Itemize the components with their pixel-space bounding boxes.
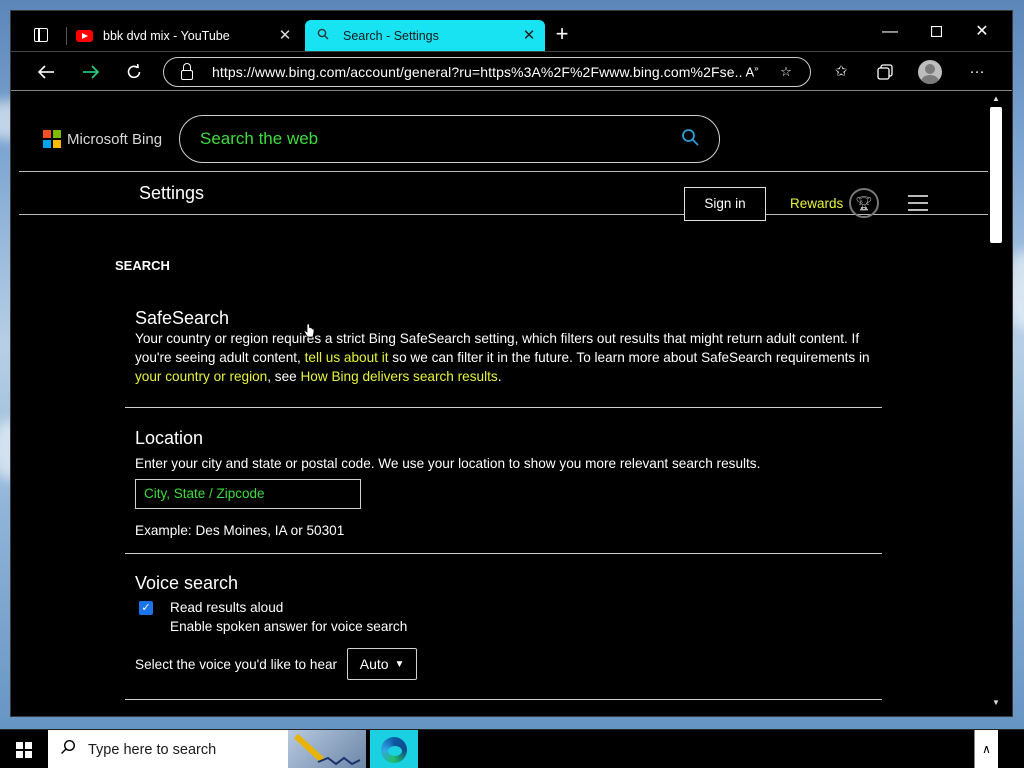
search-icon [317, 28, 331, 43]
search-icon[interactable] [681, 128, 703, 151]
scroll-down-icon[interactable]: ▼ [991, 698, 1001, 708]
microsoft-logo-icon [43, 130, 61, 148]
page-viewport: Microsoft Bing Search the web Settings S… [19, 92, 988, 710]
location-description: Enter your city and state or postal code… [135, 456, 761, 471]
page-title: Settings [139, 183, 205, 203]
tab-settings[interactable]: Search - Settings ✕ [305, 20, 545, 51]
tab-title: Search - Settings [343, 28, 439, 43]
country-region-link[interactable]: your country or region [135, 369, 267, 384]
close-tab-icon[interactable]: ✕ [521, 27, 537, 44]
location-input[interactable]: City, State / Zipcode [135, 479, 361, 509]
web-search-placeholder[interactable]: Search the web [200, 129, 681, 149]
search-icon [60, 739, 80, 760]
bing-header: Microsoft Bing Search the web [19, 92, 988, 172]
logo-text: Microsoft Bing [67, 130, 163, 148]
new-tab-button[interactable]: + [551, 23, 573, 46]
taskbar-search-box[interactable]: Type here to search [48, 730, 288, 768]
read-aloud-sublabel: Enable spoken answer for voice search [170, 619, 408, 634]
location-example: Example: Des Moines, IA or 50301 [135, 523, 345, 538]
vertical-scrollbar[interactable]: ▲ ▼ [988, 92, 1004, 710]
voice-search-section: Voice search ✓ Read results aloud Enable… [125, 573, 882, 700]
more-options-icon[interactable]: ··· [963, 58, 991, 86]
read-aloud-label[interactable]: Read results aloud [170, 598, 407, 617]
voice-select-dropdown[interactable]: Auto ▼ [347, 648, 418, 680]
read-aloud-icon[interactable]: A» [742, 64, 762, 79]
safesearch-description: Your country or region requires a strict… [135, 331, 870, 384]
hand-cursor-icon [303, 323, 315, 338]
youtube-icon [76, 29, 93, 42]
location-section: Location Enter your city and state or po… [125, 428, 882, 554]
start-button[interactable] [0, 730, 48, 768]
favorites-icon[interactable]: ✩ [827, 58, 855, 86]
chevron-down-icon: ▼ [394, 658, 405, 670]
location-heading: Location [135, 428, 204, 448]
url-text[interactable]: https://www.bing.com/account/general?ru=… [212, 64, 742, 80]
taskbar-search-placeholder[interactable]: Type here to search [88, 742, 216, 758]
voice-select-label: Select the voice you'd like to hear [135, 656, 338, 672]
close-tab-icon[interactable]: ✕ [277, 27, 293, 44]
address-bar[interactable]: https://www.bing.com/account/general?ru=… [163, 57, 811, 87]
browser-window: bbk dvd mix - YouTube ✕ Search - Setting… [10, 10, 1013, 717]
add-favorite-icon[interactable]: ☆ [776, 64, 796, 80]
profile-avatar[interactable] [918, 60, 942, 84]
how-bing-delivers-link[interactable]: How Bing delivers search results [300, 369, 497, 384]
safesearch-heading: SafeSearch [135, 308, 230, 328]
maximize-button[interactable] [913, 19, 959, 45]
scrollbar-thumb[interactable] [990, 107, 1002, 243]
voice-select-row: Select the voice you'd like to hear Auto… [135, 648, 882, 680]
read-aloud-option: ✓ Read results aloud Enable spoken answe… [135, 598, 882, 636]
edge-app-icon[interactable] [370, 730, 418, 768]
tell-us-link[interactable]: tell us about it [305, 350, 389, 365]
voice-search-heading: Voice search [135, 573, 239, 593]
lock-icon[interactable] [181, 63, 193, 80]
read-aloud-checkbox[interactable]: ✓ [139, 601, 153, 615]
web-search-box[interactable]: Search the web [179, 115, 720, 163]
tab-bar: bbk dvd mix - YouTube ✕ Search - Setting… [11, 11, 1012, 51]
pencil-app-icon[interactable] [288, 730, 366, 768]
microsoft-bing-logo[interactable]: Microsoft Bing [43, 130, 162, 148]
minimize-button[interactable]: ― [867, 19, 913, 45]
settings-bar: Settings Sign in Rewards 🏆︎ [19, 172, 988, 221]
trophy-icon[interactable]: 🏆︎ [849, 188, 879, 218]
close-window-button[interactable]: ✕ [959, 19, 1005, 45]
forward-button[interactable] [77, 58, 105, 86]
safesearch-section: SafeSearch Your country or region requir… [125, 308, 882, 408]
collections-icon[interactable] [871, 58, 899, 86]
windows-logo-icon [16, 741, 32, 758]
show-hidden-icons-button[interactable]: ∧ [974, 730, 998, 768]
scroll-up-icon[interactable]: ▲ [991, 94, 1001, 104]
taskbar: Type here to search ∧ [0, 729, 1024, 768]
tab-youtube[interactable]: bbk dvd mix - YouTube ✕ [66, 20, 301, 51]
tab-title: bbk dvd mix - YouTube [103, 28, 230, 43]
section-label: SEARCH [115, 258, 170, 273]
tab-actions-icon[interactable] [29, 23, 53, 47]
refresh-button[interactable] [120, 58, 148, 86]
back-button[interactable] [32, 58, 60, 86]
rewards-link[interactable]: Rewards [790, 196, 843, 211]
voice-select-value: Auto [359, 656, 389, 672]
hamburger-menu-icon[interactable] [908, 195, 928, 211]
sign-in-button[interactable]: Sign in [684, 187, 766, 221]
address-bar-row: https://www.bing.com/account/general?ru=… [11, 51, 1012, 91]
